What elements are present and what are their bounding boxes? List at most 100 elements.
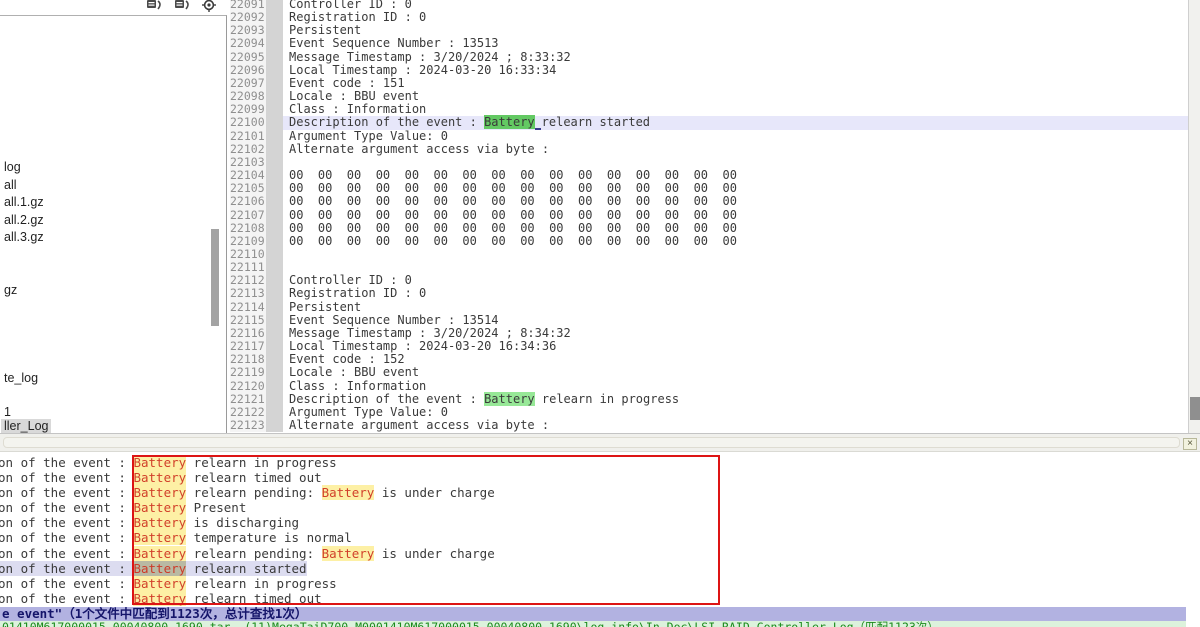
result-text: Present (186, 500, 246, 515)
file-list-item[interactable]: ller_Log (1, 419, 51, 434)
fold-margin[interactable] (266, 11, 283, 24)
editor-line-text[interactable]: Alternate argument access via byte : (283, 419, 1188, 432)
editor-line-text[interactable]: Local Timestamp : 2024-03-20 16:33:34 (283, 64, 1188, 77)
fold-margin[interactable] (266, 366, 283, 379)
fold-margin[interactable] (266, 248, 283, 261)
fold-margin[interactable] (266, 419, 283, 432)
fold-margin[interactable] (266, 64, 283, 77)
sidebar-scrollbar-thumb[interactable] (211, 229, 219, 326)
fold-margin[interactable] (266, 90, 283, 103)
result-text: relearn pending: (186, 485, 321, 500)
file-list-item[interactable]: te_log (1, 371, 41, 386)
result-row[interactable]: on of the event : Battery is discharging (0, 515, 1188, 530)
result-row[interactable]: on of the event : Battery relearn in pro… (0, 455, 1188, 470)
file-list-item[interactable]: log (1, 160, 24, 175)
fold-margin[interactable] (266, 156, 283, 169)
result-row[interactable]: on of the event : Battery relearn timed … (0, 591, 1188, 606)
editor-line-text[interactable]: Local Timestamp : 2024-03-20 16:34:36 (283, 340, 1188, 353)
result-row[interactable]: on of the event : Battery Present (0, 500, 1188, 515)
results-panel-header[interactable]: × (0, 433, 1200, 452)
fold-margin[interactable] (266, 287, 283, 300)
result-text: relearn in progress (186, 576, 337, 591)
line-number: 22115 (230, 314, 266, 327)
result-hit-keyword: Battery (133, 530, 186, 545)
file-list-item[interactable]: all.1.gz (1, 195, 47, 210)
fold-margin[interactable] (266, 103, 283, 116)
editor-line: 22102 Alternate argument access via byte … (230, 143, 1188, 156)
result-prefix: on of the event : (0, 500, 133, 515)
result-row[interactable]: on of the event : Battery relearn in pro… (0, 576, 1188, 591)
fold-margin[interactable] (266, 301, 283, 314)
fold-margin[interactable] (266, 340, 283, 353)
editor-scrollbar[interactable] (1188, 0, 1200, 433)
fold-margin[interactable] (266, 209, 283, 222)
search-results-panel: on of the event : Battery relearn in pro… (0, 452, 1188, 607)
line-number: 22113 (230, 287, 266, 300)
fold-margin[interactable] (266, 143, 283, 156)
fold-margin[interactable] (266, 393, 283, 406)
file-list-item[interactable]: all (1, 178, 20, 193)
result-hit-keyword: Battery (133, 455, 186, 470)
editor-line-text[interactable]: Alternate argument access via byte : (283, 143, 1188, 156)
result-row[interactable]: on of the event : Battery relearn timed … (0, 470, 1188, 485)
fold-margin[interactable] (266, 314, 283, 327)
editor-scrollbar-thumb[interactable] (1190, 397, 1200, 420)
result-row[interactable]: on of the event : Battery relearn pendin… (0, 546, 1188, 561)
editor-line-text[interactable] (283, 261, 1188, 274)
export-log-icon-2[interactable] (174, 0, 191, 16)
result-text: relearn pending: (186, 546, 321, 561)
result-row[interactable]: on of the event : Battery temperature is… (0, 530, 1188, 545)
editor-line-text[interactable]: 00 00 00 00 00 00 00 00 00 00 00 00 00 0… (283, 235, 1188, 248)
fold-margin[interactable] (266, 169, 283, 182)
fold-margin[interactable] (266, 182, 283, 195)
splitter-handle[interactable] (3, 437, 1180, 448)
locate-icon[interactable] (202, 0, 216, 16)
result-hit-keyword: Battery (322, 485, 375, 500)
file-list-item[interactable]: gz (1, 283, 20, 298)
fold-margin[interactable] (266, 116, 283, 129)
editor-line: 22110 (230, 248, 1188, 261)
log-editor[interactable]: 22091Controller ID : 022092Registration … (230, 0, 1188, 433)
result-row[interactable]: on of the event : Battery relearn pendin… (0, 485, 1188, 500)
fold-margin[interactable] (266, 0, 283, 11)
fold-margin[interactable] (266, 261, 283, 274)
result-hit-keyword: Battery (133, 485, 186, 500)
line-number: 22101 (230, 130, 266, 143)
fold-margin[interactable] (266, 274, 283, 287)
fold-margin[interactable] (266, 37, 283, 50)
line-number: 22102 (230, 143, 266, 156)
file-list-item[interactable]: all.2.gz (1, 213, 47, 228)
result-row[interactable]: on of the event : Battery relearn starte… (0, 561, 1188, 576)
search-summary-bar[interactable]: e event"（1个文件中匹配到1123次，总计查找1次） (0, 607, 1186, 621)
editor-line: 22123Alternate argument access via byte … (230, 419, 1188, 432)
fold-margin[interactable] (266, 130, 283, 143)
fold-margin[interactable] (266, 406, 283, 419)
fold-margin[interactable] (266, 380, 283, 393)
file-list-panel: log all all.1.gz all.2.gz all.3.gz gz te_log 1l… (0, 15, 227, 434)
result-text: relearn started (186, 561, 306, 576)
fold-margin[interactable] (266, 77, 283, 90)
search-file-bar[interactable]: 01410M617000015-00040800-1690.tar (11)Me… (0, 621, 1186, 627)
editor-line-text[interactable]: Registration ID : 0 (283, 11, 1188, 24)
editor-line-text[interactable]: Registration ID : 0 (283, 287, 1188, 300)
fold-margin[interactable] (266, 235, 283, 248)
line-number: 22120 (230, 380, 266, 393)
fold-margin[interactable] (266, 195, 283, 208)
editor-line-text[interactable] (283, 248, 1188, 261)
close-icon[interactable]: × (1183, 438, 1197, 450)
result-prefix: on of the event : (0, 591, 133, 606)
fold-margin[interactable] (266, 51, 283, 64)
export-log-icon[interactable] (146, 0, 163, 16)
fold-margin[interactable] (266, 24, 283, 37)
fold-margin[interactable] (266, 327, 283, 340)
file-list-item[interactable]: 1 (1, 405, 14, 420)
line-number: 22109 (230, 235, 266, 248)
fold-margin[interactable] (266, 353, 283, 366)
fold-margin[interactable] (266, 222, 283, 235)
editor-line: 22092Registration ID : 0 (230, 11, 1188, 24)
result-hit-keyword: Battery (133, 591, 186, 606)
file-list-item[interactable]: all.3.gz (1, 230, 47, 245)
search-file-path: 01410M617000015-00040800-1690.tar (11)Me… (0, 621, 1186, 627)
result-hit-keyword: Battery (133, 576, 186, 591)
result-prefix: on of the event : (0, 455, 133, 470)
